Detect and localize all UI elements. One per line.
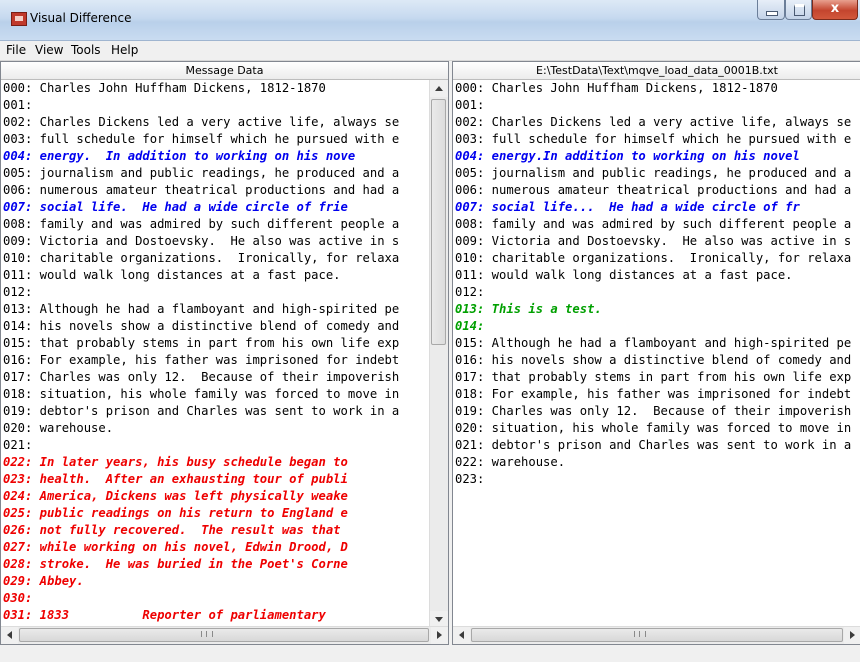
close-icon: x: [830, 1, 840, 16]
left-horizontal-scrollbar[interactable]: [1, 626, 448, 644]
text-line: 022: In later years, his busy schedule b…: [3, 455, 348, 469]
scroll-left-arrow-icon[interactable]: [1, 627, 18, 644]
maximize-button[interactable]: [785, 0, 812, 20]
visual-difference-window: Visual Difference x File View Tools Help…: [0, 0, 860, 662]
menu-view[interactable]: View: [35, 43, 63, 57]
text-line: 005: journalism and public readings, he …: [3, 166, 400, 180]
text-line: 021:: [3, 438, 33, 452]
menu-file[interactable]: File: [6, 43, 26, 57]
text-line: 008: family and was admired by such diff…: [455, 217, 852, 231]
text-line: 012:: [3, 285, 33, 299]
text-line: 010: charitable organizations. Ironicall…: [455, 251, 852, 265]
text-line: 019: debtor's prison and Charles was sen…: [3, 404, 400, 418]
text-line: 021: debtor's prison and Charles was sen…: [455, 438, 852, 452]
right-pane-text[interactable]: 000: Charles John Huffham Dickens, 1812-…: [455, 80, 859, 628]
text-line: 015: Although he had a flamboyant and hi…: [455, 336, 852, 350]
text-line: 019: Charles was only 12. Because of the…: [455, 404, 852, 418]
text-line: 012:: [455, 285, 485, 299]
text-line: 016: his novels show a distinctive blend…: [455, 353, 852, 367]
text-line: 006: numerous amateur theatrical product…: [3, 183, 400, 197]
text-line: 003: full schedule for himself which he …: [3, 132, 400, 146]
scroll-right-arrow-icon[interactable]: [431, 627, 448, 644]
window-title: Visual Difference: [30, 11, 132, 25]
text-line: 017: Charles was only 12. Because of the…: [3, 370, 400, 384]
text-line: 006: numerous amateur theatrical product…: [455, 183, 852, 197]
text-line: 002: Charles Dickens led a very active l…: [3, 115, 400, 129]
text-line: 028: stroke. He was buried in the Poet's…: [3, 557, 348, 571]
text-line: 002: Charles Dickens led a very active l…: [455, 115, 852, 129]
text-line: 018: For example, his father was impriso…: [455, 387, 852, 401]
left-pane-header: Message Data: [1, 62, 448, 80]
horizontal-scroll-thumb[interactable]: [471, 628, 843, 642]
vertical-scroll-thumb[interactable]: [431, 99, 446, 345]
close-button[interactable]: x: [812, 0, 858, 20]
scroll-grip-icon: [201, 631, 213, 637]
title-bar: Visual Difference x: [0, 0, 860, 41]
left-vertical-scrollbar[interactable]: [429, 80, 448, 628]
text-line: 005: journalism and public readings, he …: [455, 166, 852, 180]
text-line: 001:: [3, 98, 33, 112]
menu-bar: File View Tools Help: [0, 41, 860, 61]
right-pane-header: E:\TestData\Text\mqve_load_data_0001B.tx…: [453, 62, 860, 80]
text-line: 026: not fully recovered. The result was…: [3, 523, 341, 537]
text-line: 004: energy. In addition to working on h…: [3, 149, 356, 163]
text-line: 000: Charles John Huffham Dickens, 1812-…: [455, 81, 778, 95]
app-icon: [11, 12, 27, 26]
right-pane: E:\TestData\Text\mqve_load_data_0001B.tx…: [452, 61, 860, 645]
text-line: 031: 1833 Reporter of parliamentary: [3, 608, 326, 622]
text-line: 014:: [455, 319, 485, 333]
scroll-grip-icon: [634, 631, 646, 637]
scroll-right-arrow-icon[interactable]: [844, 627, 860, 644]
right-horizontal-scrollbar[interactable]: [453, 626, 860, 644]
text-line: 023: health. After an exhausting tour of…: [3, 472, 348, 486]
scroll-left-arrow-icon[interactable]: [453, 627, 470, 644]
text-line: 007: social life... He had a wide circle…: [455, 200, 800, 214]
text-line: 018: situation, his whole family was for…: [3, 387, 400, 401]
text-line: 009: Victoria and Dostoevsky. He also wa…: [3, 234, 400, 248]
text-line: 013: This is a test.: [455, 302, 602, 316]
left-pane: Message Data 000: Charles John Huffham D…: [0, 61, 449, 645]
text-line: 007: social life. He had a wide circle o…: [3, 200, 348, 214]
minimize-button[interactable]: [757, 0, 785, 20]
menu-help[interactable]: Help: [111, 43, 138, 57]
text-line: 015: that probably stems in part from hi…: [3, 336, 400, 350]
menu-tools[interactable]: Tools: [71, 43, 101, 57]
text-line: 030:: [3, 591, 33, 605]
text-line: 011: would walk long distances at a fast…: [3, 268, 341, 282]
text-line: 009: Victoria and Dostoevsky. He also wa…: [455, 234, 852, 248]
text-line: 001:: [455, 98, 485, 112]
text-line: 025: public readings on his return to En…: [3, 506, 348, 520]
text-line: 004: energy.In addition to working on hi…: [455, 149, 800, 163]
text-line: 011: would walk long distances at a fast…: [455, 268, 793, 282]
text-line: 016: For example, his father was impriso…: [3, 353, 400, 367]
text-line: 014: his novels show a distinctive blend…: [3, 319, 400, 333]
text-line: 029: Abbey.: [3, 574, 84, 588]
text-line: 027: while working on his novel, Edwin D…: [3, 540, 348, 554]
text-line: 010: charitable organizations. Ironicall…: [3, 251, 400, 265]
left-pane-text[interactable]: 000: Charles John Huffham Dickens, 1812-…: [3, 80, 429, 628]
text-line: 024: America, Dickens was left physicall…: [3, 489, 348, 503]
scroll-up-arrow-icon[interactable]: [430, 80, 448, 97]
text-line: 020: warehouse.: [3, 421, 114, 435]
text-line: 013: Although he had a flamboyant and hi…: [3, 302, 400, 316]
text-line: 008: family and was admired by such diff…: [3, 217, 400, 231]
text-line: 017: that probably stems in part from hi…: [455, 370, 852, 384]
text-line: 022: warehouse.: [455, 455, 566, 469]
text-line: 020: situation, his whole family was for…: [455, 421, 852, 435]
text-line: 003: full schedule for himself which he …: [455, 132, 852, 146]
text-line: 000: Charles John Huffham Dickens, 1812-…: [3, 81, 326, 95]
text-line: 023:: [455, 472, 485, 486]
horizontal-scroll-thumb[interactable]: [19, 628, 429, 642]
